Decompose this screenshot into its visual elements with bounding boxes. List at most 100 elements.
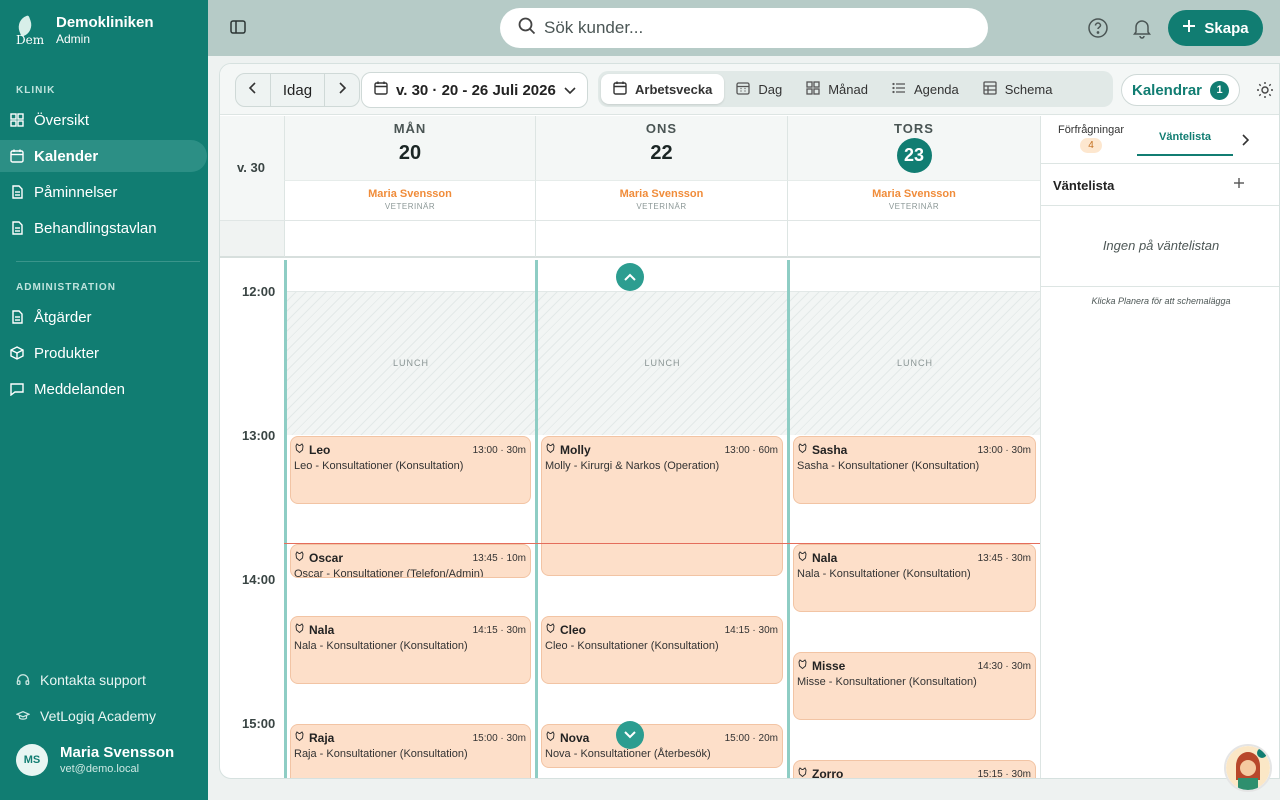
time-label: 14:00 bbox=[242, 572, 276, 587]
appointment-description: Sasha - Konsultationer (Konsultation) bbox=[797, 460, 980, 472]
today-button[interactable]: Idag bbox=[270, 74, 325, 106]
week-calendar: v. 30 MÅN 20 ONS 22 TORS 23 Maria Svenss… bbox=[220, 116, 1040, 778]
tab-manad[interactable]: Månad bbox=[794, 74, 880, 104]
appointment-card[interactable]: Cleo 14:15 · 30m Cleo - Konsultationer (Ko… bbox=[541, 616, 783, 684]
day-column-mon[interactable]: LUNCH Leo 13:00 · 30m Leo - Konsultationer… bbox=[284, 260, 535, 778]
gear-icon[interactable] bbox=[1256, 81, 1274, 99]
time-label: 12:00 bbox=[242, 284, 276, 299]
sidebar-toggle-icon[interactable] bbox=[230, 19, 246, 35]
chevron-left-icon bbox=[248, 81, 258, 99]
brand[interactable]: Dem Demokliniken Admin bbox=[15, 14, 154, 47]
tab-schema[interactable]: Schema bbox=[971, 74, 1065, 104]
waitlist-title: Väntelista bbox=[1053, 178, 1115, 193]
sidebar-item-produkter[interactable]: Produkter bbox=[0, 337, 207, 369]
day-number: 20 bbox=[398, 142, 422, 164]
time-grid: 12:00 13:00 14:00 15:00 LUNCH Leo 13:00 ·… bbox=[220, 260, 1040, 778]
tab-agenda[interactable]: Agenda bbox=[880, 74, 971, 104]
appointment-card[interactable]: Nala 13:45 · 30m Nala - Konsultationer (Ko… bbox=[793, 544, 1036, 612]
staff-role: VETERINÄR bbox=[888, 202, 940, 211]
prev-week-button[interactable] bbox=[236, 74, 270, 106]
staff-cell: Maria Svensson VETERINÄR bbox=[284, 180, 535, 220]
appointment-time: 13:45 · 30m bbox=[977, 552, 1031, 564]
day-name: ONS bbox=[645, 121, 678, 136]
appointment-time: 14:15 · 30m bbox=[724, 624, 778, 636]
tab-forfragningar[interactable]: Förfrågningar 4 bbox=[1053, 124, 1129, 153]
appointment-card[interactable]: Nova 15:00 · 20m Nova - Konsultationer (Åt… bbox=[541, 724, 783, 768]
scroll-up-button[interactable] bbox=[616, 263, 644, 291]
search-icon bbox=[518, 17, 536, 40]
user-name: Maria Svensson bbox=[60, 744, 175, 761]
next-week-button[interactable] bbox=[325, 74, 359, 106]
academy-link[interactable]: VetLogiq Academy bbox=[0, 700, 207, 732]
table-icon bbox=[983, 80, 997, 98]
document-icon bbox=[10, 185, 24, 199]
day-column-thu[interactable]: LUNCH Sasha 13:00 · 30m Sasha - Konsultati… bbox=[787, 260, 1040, 778]
chevron-right-icon[interactable] bbox=[1241, 133, 1250, 151]
appointment-card[interactable]: Zorro 15:15 · 30m bbox=[793, 760, 1036, 778]
staff-role: VETERINÄR bbox=[636, 202, 687, 211]
allday-cell[interactable] bbox=[284, 220, 535, 258]
list-icon bbox=[892, 81, 906, 98]
week-label-cell: v. 30 bbox=[220, 116, 284, 220]
tab-dag[interactable]: Dag bbox=[724, 74, 794, 104]
appointment-description: Nala - Konsultationer (Konsultation) bbox=[294, 640, 468, 652]
assistant-avatar[interactable] bbox=[1224, 744, 1272, 792]
waitlist-header: Väntelista bbox=[1041, 164, 1279, 206]
sidebar-item-atgarder[interactable]: Åtgärder bbox=[0, 301, 207, 333]
appointment-patient: Nala bbox=[812, 551, 838, 565]
appointment-description: Misse - Konsultationer (Konsultation) bbox=[797, 676, 977, 688]
sidebar-item-behandlingstavlan[interactable]: Behandlingstavlan bbox=[0, 212, 207, 244]
lunch-block: LUNCH bbox=[538, 291, 787, 435]
sidebar-item-kalender[interactable]: Kalender bbox=[0, 140, 207, 172]
user-email: vet@demo.local bbox=[60, 763, 140, 775]
scroll-down-button[interactable] bbox=[616, 721, 644, 749]
sidebar-item-label: Översikt bbox=[34, 111, 90, 129]
appointment-card[interactable]: Nala 14:15 · 30m Nala - Konsultationer (Ko… bbox=[290, 616, 531, 684]
day-column-wed[interactable]: LUNCH Molly 13:00 · 60m Molly - Kirurgi & … bbox=[535, 260, 787, 778]
tab-arbetsvecka[interactable]: Arbetsvecka bbox=[601, 74, 725, 104]
appointment-card[interactable]: Sasha 13:00 · 30m Sasha - Konsultationer (… bbox=[793, 436, 1036, 504]
create-button[interactable]: Skapa bbox=[1168, 10, 1263, 46]
sidebar-item-paminnelser[interactable]: Påminnelser bbox=[0, 176, 207, 208]
day-header-mon[interactable]: MÅN 20 bbox=[284, 116, 535, 180]
allday-cell[interactable] bbox=[535, 220, 787, 258]
message-icon bbox=[10, 382, 24, 396]
paw-icon bbox=[545, 441, 556, 459]
appointment-card[interactable]: Leo 13:00 · 30m Leo - Konsultationer (Kons… bbox=[290, 436, 531, 504]
appointment-card[interactable]: Molly 13:00 · 60m Molly - Kirurgi & Narkos… bbox=[541, 436, 783, 576]
search-input[interactable] bbox=[544, 18, 944, 38]
week-picker[interactable]: v. 30 · 20 - 26 Juli 2026 bbox=[361, 72, 588, 108]
sidebar-item-meddelanden[interactable]: Meddelanden bbox=[0, 373, 207, 405]
tab-label: Schema bbox=[1004, 81, 1053, 97]
appointment-card[interactable]: Misse 14:30 · 30m Misse - Konsultationer (… bbox=[793, 652, 1036, 720]
support-link[interactable]: Kontakta support bbox=[0, 664, 207, 696]
appointment-time: 13:00 · 30m bbox=[977, 444, 1031, 456]
lunch-label: LUNCH bbox=[644, 358, 681, 368]
calendars-button[interactable]: Kalendrar 1 bbox=[1121, 74, 1240, 106]
calendar-panel: Idag v. 30 · 20 - 26 Juli 2026 Arbetsvec… bbox=[219, 63, 1280, 779]
sidebar-divider bbox=[16, 261, 200, 262]
user-profile[interactable]: MS Maria Svensson vet@demo.local bbox=[16, 744, 174, 776]
plus-icon bbox=[1233, 176, 1245, 193]
appointment-card[interactable]: Raja 15:00 · 30m Raja - Konsultationer (Ko… bbox=[290, 724, 531, 778]
paw-icon bbox=[797, 549, 808, 567]
add-waitlist-button[interactable] bbox=[1233, 176, 1245, 194]
sidebar-item-oversikt[interactable]: Översikt bbox=[0, 104, 207, 136]
appointment-card[interactable]: Oscar 13:45 · 10m Oscar - Konsultationer (… bbox=[290, 544, 531, 578]
search-bar[interactable] bbox=[500, 8, 988, 48]
day-header-thu[interactable]: TORS 23 bbox=[787, 116, 1040, 180]
allday-cell[interactable] bbox=[787, 220, 1040, 258]
tab-vantelista[interactable]: Väntelista bbox=[1137, 131, 1233, 143]
bell-icon[interactable] bbox=[1131, 17, 1153, 39]
day-number: 22 bbox=[650, 142, 673, 164]
tab-label: Dag bbox=[758, 81, 783, 97]
day-header-wed[interactable]: ONS 22 bbox=[535, 116, 787, 180]
paw-icon bbox=[797, 657, 808, 675]
paw-icon bbox=[545, 729, 556, 747]
time-label: 15:00 bbox=[242, 716, 276, 731]
appointment-time: 14:30 · 30m bbox=[977, 660, 1031, 672]
create-label: Skapa bbox=[1204, 19, 1249, 37]
tab-label: Månad bbox=[828, 81, 868, 97]
week-range-label: v. 30 · 20 - 26 Juli 2026 bbox=[396, 81, 556, 99]
help-icon[interactable] bbox=[1087, 17, 1109, 39]
